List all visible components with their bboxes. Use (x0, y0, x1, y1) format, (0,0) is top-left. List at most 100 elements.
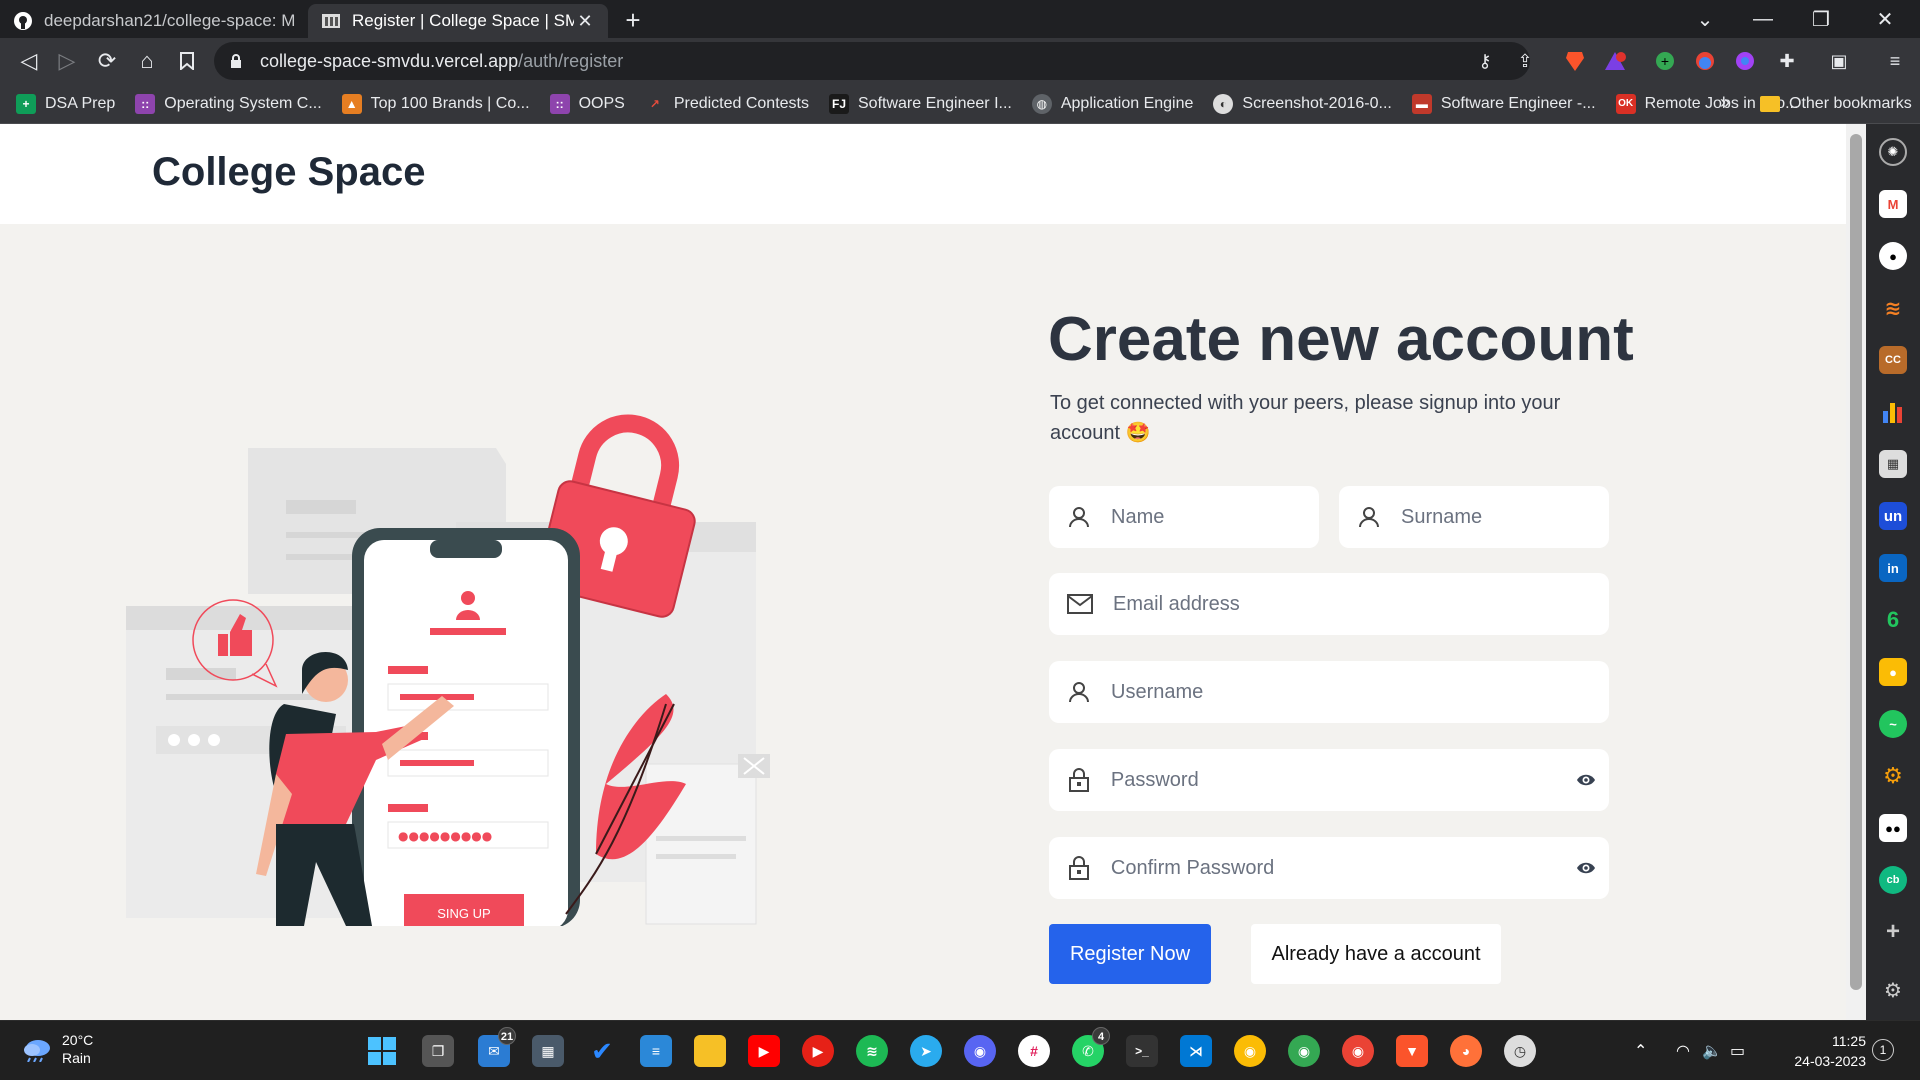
email-input[interactable] (1113, 592, 1609, 616)
codebyte-icon[interactable]: cb (1879, 866, 1907, 894)
tab-search-icon[interactable]: ⌄ (1676, 0, 1734, 38)
bookmark-screenshot[interactable]: ◐ Screenshot-2016-0... (1213, 93, 1392, 114)
bookmarks-overflow-button[interactable]: » (1720, 92, 1730, 113)
forward-icon[interactable]: ▷ (50, 44, 84, 78)
close-window-icon[interactable]: ✕ (1850, 0, 1920, 38)
minimize-icon[interactable]: — (1734, 0, 1792, 38)
volume-icon[interactable]: 🔈 (1702, 1021, 1722, 1080)
task-view-icon[interactable]: ❐ (422, 1035, 454, 1067)
reload-icon[interactable]: ⟳ (90, 44, 124, 78)
wallet-icon[interactable]: ▣ (1824, 46, 1854, 76)
brave-rewards-icon[interactable] (1600, 46, 1630, 76)
tab-register[interactable]: Register | College Space | SMVDU ✕ (308, 4, 608, 38)
password-input[interactable] (1110, 768, 1609, 792)
spreadsheet-app-icon[interactable]: ▦ (1879, 450, 1907, 478)
bookmark-software-engineer-1[interactable]: FJ Software Engineer I... (829, 93, 1012, 114)
show-password-eye-icon[interactable] (1575, 769, 1597, 791)
unstop-icon[interactable]: un (1879, 502, 1907, 530)
email-field[interactable] (1049, 573, 1609, 635)
page-scrollbar[interactable] (1846, 124, 1866, 1020)
linkedin-icon[interactable]: in (1879, 554, 1907, 582)
telegram-icon[interactable]: ➤ (910, 1035, 942, 1067)
whatsapp-icon[interactable]: ✆ 4 (1072, 1027, 1110, 1067)
scrollbar-thumb[interactable] (1850, 134, 1862, 990)
spotify-icon[interactable]: ≋ (856, 1035, 888, 1067)
codechef-icon[interactable]: CC (1879, 346, 1907, 374)
vscode-icon[interactable]: ⋊ (1180, 1035, 1212, 1067)
weather-widget[interactable]: 20°C Rain (22, 1031, 93, 1067)
name-input[interactable] (1111, 505, 1319, 529)
bookmark-dsa-prep[interactable]: + DSA Prep (16, 93, 115, 114)
system-clock[interactable]: 11:25 24-03-2023 (1776, 1031, 1866, 1071)
add-panel-icon[interactable]: + (1879, 918, 1907, 946)
github-icon[interactable]: ● (1879, 242, 1907, 270)
back-icon[interactable]: ◁ (12, 44, 46, 78)
bookmark-operating-system[interactable]: :: Operating System C... (135, 93, 322, 114)
surname-input[interactable] (1401, 505, 1609, 529)
brave-shield-icon[interactable] (1560, 46, 1590, 76)
extension-green-icon[interactable]: + (1650, 46, 1680, 76)
battery-icon[interactable]: ▭ (1730, 1021, 1745, 1080)
file-explorer-icon[interactable] (694, 1035, 726, 1067)
messenger-icon[interactable]: ~ (1879, 710, 1907, 738)
chrome-canary-icon[interactable]: ◉ (1234, 1035, 1266, 1067)
extension-color-icon[interactable] (1690, 46, 1720, 76)
youtube-icon[interactable]: ▶ (748, 1035, 780, 1067)
tray-overflow-icon[interactable]: ⌃ (1634, 1021, 1647, 1080)
bookmark-top-brands[interactable]: ▲ Top 100 Brands | Co... (341, 93, 530, 114)
username-input[interactable] (1111, 680, 1609, 704)
restore-icon[interactable]: ❐ (1792, 0, 1850, 38)
key-icon[interactable]: ⚷ (1470, 46, 1500, 76)
analytics-icon[interactable] (1879, 398, 1907, 426)
surname-field[interactable] (1339, 486, 1609, 548)
stackoverflow-icon[interactable]: ≋ (1879, 294, 1907, 322)
confirm-password-input[interactable] (1110, 856, 1609, 880)
settings-gear-icon[interactable]: ⚙ (1879, 976, 1907, 1004)
discord-icon[interactable]: ◉ (964, 1035, 996, 1067)
new-tab-button[interactable]: + (618, 6, 648, 36)
gmail-icon[interactable]: M (1879, 190, 1907, 218)
tab-github[interactable]: deepdarshan21/college-space: Meet y (0, 4, 308, 38)
home-icon[interactable]: ⌂ (130, 44, 164, 78)
brand-logo[interactable]: College Space (152, 150, 425, 195)
password-field[interactable] (1049, 749, 1609, 811)
terminal-icon[interactable]: >_ (1126, 1035, 1158, 1067)
chrome-icon[interactable]: ◉ (1288, 1035, 1320, 1067)
bookmark-software-engineer-2[interactable]: ▬ Software Engineer -... (1411, 93, 1596, 114)
slack-icon[interactable]: # (1018, 1035, 1050, 1067)
todo-icon[interactable]: ✔ (586, 1035, 618, 1067)
mail-icon[interactable]: ✉ 21 (478, 1027, 516, 1067)
chrome-beta-icon[interactable]: ◉ (1342, 1035, 1374, 1067)
extension-purple-icon[interactable] (1730, 46, 1760, 76)
brave-icon[interactable]: ▼ (1396, 1035, 1428, 1067)
bookmark-oops[interactable]: :: OOPS (549, 93, 625, 114)
show-confirm-password-eye-icon[interactable] (1575, 857, 1597, 879)
notification-count[interactable]: 1 (1872, 1039, 1894, 1061)
wifi-icon[interactable]: ◠ (1676, 1021, 1690, 1080)
hackerrank-icon[interactable]: ⚙ (1879, 762, 1907, 790)
close-icon[interactable]: ✕ (574, 11, 596, 32)
name-field[interactable] (1049, 486, 1319, 548)
keep-icon[interactable]: ● (1879, 658, 1907, 686)
extensions-puzzle-icon[interactable]: ✚ (1772, 46, 1802, 76)
gfg-icon[interactable]: 6 (1879, 606, 1907, 634)
youtube-music-icon[interactable]: ▶ (802, 1035, 834, 1067)
address-bar[interactable]: college-space-smvdu.vercel.app/auth/regi… (214, 42, 1530, 80)
already-have-account-button[interactable]: Already have a account (1251, 924, 1501, 984)
medium-icon[interactable]: ●● (1879, 814, 1907, 842)
notepad-icon[interactable]: ≡ (640, 1035, 672, 1067)
chatgpt-icon[interactable]: ✺ (1879, 138, 1907, 166)
confirm-password-field[interactable] (1049, 837, 1609, 899)
calculator-icon[interactable]: ▦ (532, 1035, 564, 1067)
other-bookmarks[interactable]: Other bookmarks (1760, 84, 1912, 124)
menu-icon[interactable]: ≡ (1880, 46, 1910, 76)
share-icon[interactable]: ⇪ (1510, 46, 1540, 76)
bookmark-icon[interactable] (170, 44, 204, 78)
start-windows-icon[interactable] (366, 1035, 398, 1067)
clock-app-icon[interactable]: ◷ (1504, 1035, 1536, 1067)
username-field[interactable] (1049, 661, 1609, 723)
bookmark-application-engine[interactable]: ◍ Application Engine (1031, 93, 1193, 114)
firefox-icon[interactable]: ◕ (1450, 1035, 1482, 1067)
bookmark-predicted-contests[interactable]: ↗ Predicted Contests (645, 94, 809, 114)
register-now-button[interactable]: Register Now (1049, 924, 1211, 984)
